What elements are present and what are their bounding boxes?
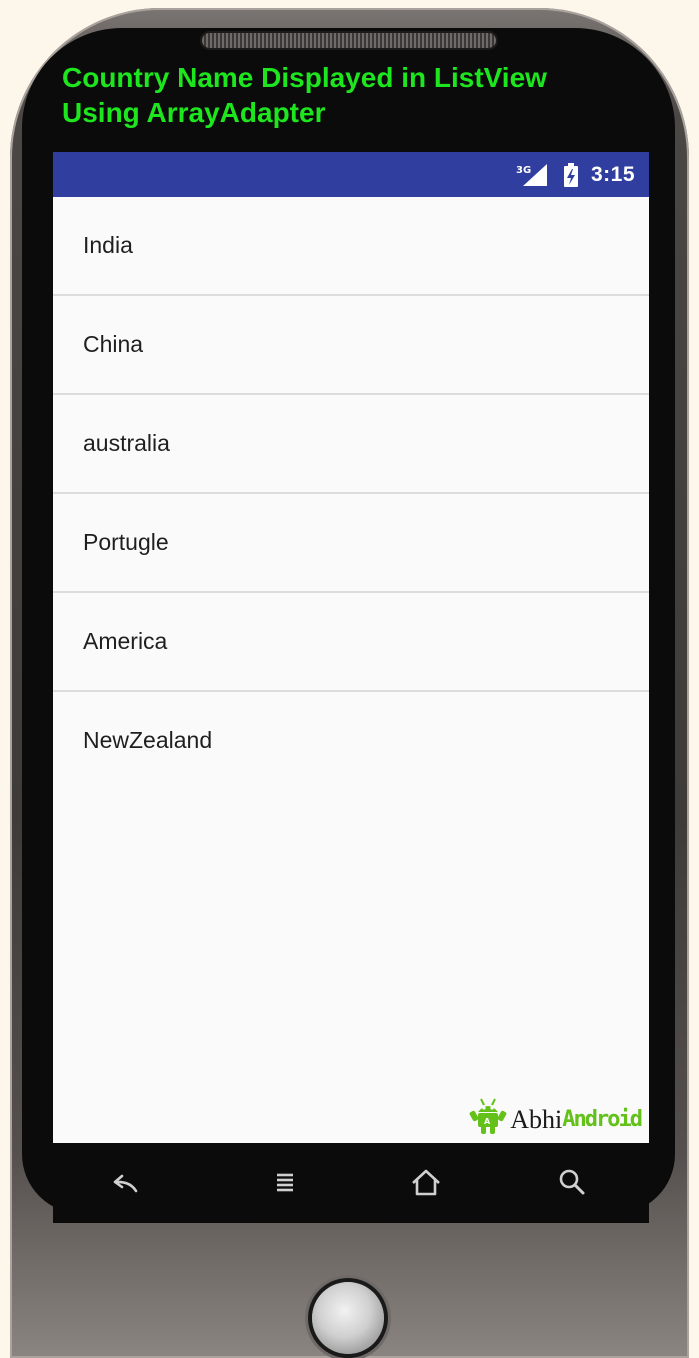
hardware-home-button[interactable] — [312, 1282, 384, 1354]
country-listview[interactable]: India China australia Portugle America NewZea… — [53, 197, 649, 789]
home-nav-button[interactable] — [396, 1153, 456, 1213]
search-button[interactable] — [542, 1153, 602, 1213]
tutorial-caption: Country Name Displayed in ListView Using… — [62, 60, 662, 130]
status-bar: 3G 3:15 — [53, 152, 649, 197]
watermark-text-abhi: Abhi — [510, 1105, 563, 1134]
android-mascot-icon: A — [468, 1095, 508, 1135]
speaker-grille — [202, 33, 496, 48]
abhiandroid-watermark: A Abhi Android — [468, 1095, 643, 1135]
back-button[interactable] — [95, 1153, 155, 1213]
back-icon — [113, 1174, 138, 1193]
caption-line-2: Using ArrayAdapter — [62, 97, 326, 128]
network-type-label: 3G — [516, 165, 531, 176]
battery-icon — [563, 162, 579, 188]
search-icon — [559, 1169, 585, 1195]
caption-line-1: Country Name Displayed in ListView — [62, 62, 547, 93]
home-icon — [412, 1169, 440, 1196]
list-item[interactable]: China — [53, 296, 649, 395]
menu-icon — [277, 1173, 293, 1192]
watermark-text-android: Android — [562, 1107, 643, 1132]
navigation-bar — [53, 1143, 649, 1223]
status-time: 3:15 — [590, 162, 635, 186]
menu-button[interactable] — [255, 1153, 315, 1213]
signal-icon: 3G — [515, 162, 549, 188]
svg-text:A: A — [484, 1117, 491, 1126]
device-screen: 3G 3:15 India China australia Portugle Ameri… — [53, 152, 649, 1143]
list-item[interactable]: Portugle — [53, 494, 649, 593]
list-item[interactable]: australia — [53, 395, 649, 494]
list-item[interactable]: America — [53, 593, 649, 692]
list-item[interactable]: NewZealand — [53, 692, 649, 789]
list-item[interactable]: India — [53, 197, 649, 296]
